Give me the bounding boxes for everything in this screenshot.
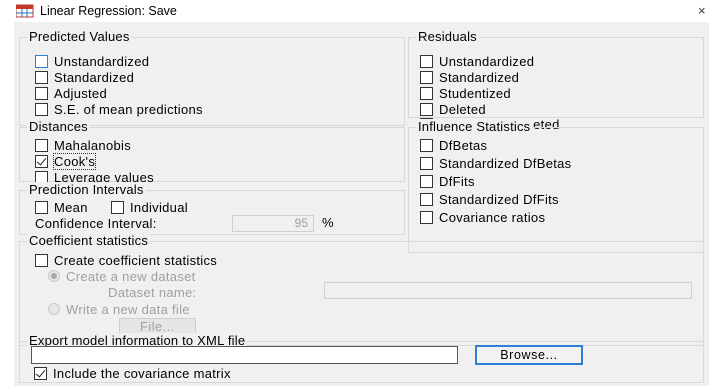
prediction-intervals-group: Prediction Intervals Mean Individual Con…	[19, 182, 405, 235]
infl-dfbetas-label: DfBetas	[439, 137, 488, 153]
include-covariance-label: Include the covariance matrix	[53, 365, 231, 381]
pred-standardized-label: Standardized	[54, 69, 135, 85]
checkbox[interactable]	[420, 54, 433, 68]
pred-adjusted-option[interactable]: Adjusted	[35, 85, 107, 101]
pred-unstandardized-option[interactable]: Unstandardized	[35, 53, 149, 69]
pred-standardized-option[interactable]: Standardized	[35, 69, 134, 85]
dataset-name-label: Dataset name:	[108, 284, 197, 300]
infl-std-dfbetas-label: Standardized DfBetas	[439, 155, 572, 171]
checkbox[interactable]	[35, 200, 48, 214]
checkbox[interactable]	[35, 70, 48, 84]
res-unstandardized-option[interactable]: Unstandardized	[420, 53, 534, 69]
dist-cooks-label: Cook's	[52, 152, 97, 170]
checkbox[interactable]	[35, 138, 48, 152]
ci-value: 95	[294, 216, 308, 230]
dataset-name-input[interactable]	[324, 282, 692, 299]
browse-button[interactable]: Browse...	[475, 345, 583, 365]
checkbox[interactable]	[420, 102, 433, 116]
window-title: Linear Regression: Save	[40, 4, 177, 18]
browse-button-label: Browse...	[500, 348, 558, 362]
infl-std-dffits-option[interactable]: Standardized DfFits	[420, 191, 559, 207]
new-dataset-label: Create a new dataset	[66, 268, 196, 284]
res-deleted-label: Deleted	[439, 101, 486, 117]
radio-selected[interactable]	[48, 270, 60, 282]
distances-group: Distances Mahalanobis Cook's Leverage va…	[19, 119, 405, 185]
res-unstandardized-label: Unstandardized	[439, 53, 535, 69]
predicted-values-group: Predicted Values Unstandardized Standard…	[19, 29, 405, 126]
checkbox-checked[interactable]	[35, 154, 48, 168]
pred-se-mean-label: S.E. of mean predictions	[54, 101, 203, 117]
infl-covariance-label: Covariance ratios	[439, 209, 546, 225]
file-button-label: File...	[140, 320, 175, 334]
checkbox[interactable]	[35, 253, 48, 267]
checkbox-checked[interactable]	[34, 366, 47, 380]
checkbox[interactable]	[420, 210, 433, 224]
pi-mean-option[interactable]: Mean	[35, 199, 88, 215]
include-covariance-option[interactable]: Include the covariance matrix	[34, 365, 231, 381]
confidence-interval-input[interactable]: 95	[232, 215, 314, 232]
checkbox[interactable]	[420, 174, 433, 188]
res-standardized-option[interactable]: Standardized	[420, 69, 519, 85]
checkbox[interactable]	[420, 156, 433, 170]
checkbox[interactable]	[420, 138, 433, 152]
checkbox[interactable]	[35, 86, 48, 100]
new-dataset-radio-option[interactable]: Create a new dataset	[48, 268, 196, 284]
pi-ci-row: Confidence Interval:	[35, 215, 157, 231]
residuals-legend: Residuals	[416, 29, 479, 44]
ci-percent-unit: %	[322, 215, 334, 230]
infl-covariance-option[interactable]: Covariance ratios	[420, 209, 545, 225]
predicted-values-legend: Predicted Values	[27, 29, 132, 44]
dist-mahalanobis-label: Mahalanobis	[54, 137, 132, 153]
dataset-name-row: Dataset name:	[108, 284, 196, 300]
coefficient-statistics-group: Coefficient statistics Create coefficien…	[19, 233, 704, 346]
infl-dfbetas-option[interactable]: DfBetas	[420, 137, 487, 153]
infl-std-dffits-label: Standardized DfFits	[439, 191, 559, 207]
res-studentized-label: Studentized	[439, 85, 511, 101]
create-coef-stats-label: Create coefficient statistics	[54, 252, 218, 268]
checkbox[interactable]	[35, 54, 48, 68]
radio[interactable]	[48, 303, 60, 315]
dialog-body: Predicted Values Unstandardized Standard…	[14, 22, 709, 386]
title-bar: Linear Regression: Save ×	[0, 0, 709, 22]
distances-legend: Distances	[27, 119, 90, 134]
checkbox[interactable]	[111, 200, 124, 214]
pi-individual-option[interactable]: Individual	[111, 199, 188, 215]
checkbox[interactable]	[420, 86, 433, 100]
create-coef-stats-option[interactable]: Create coefficient statistics	[35, 252, 217, 268]
res-studentized-option[interactable]: Studentized	[420, 85, 511, 101]
res-deleted-option[interactable]: Deleted	[420, 101, 486, 117]
pi-ci-label: Confidence Interval:	[35, 215, 157, 231]
infl-std-dfbetas-option[interactable]: Standardized DfBetas	[420, 155, 571, 171]
checkbox[interactable]	[420, 70, 433, 84]
dist-mahalanobis-option[interactable]: Mahalanobis	[35, 137, 131, 153]
spss-table-icon	[16, 4, 34, 18]
influence-legend: Influence Statistics	[416, 119, 533, 134]
infl-dffits-option[interactable]: DfFits	[420, 173, 475, 189]
pi-individual-label: Individual	[130, 199, 188, 215]
res-standardized-label: Standardized	[439, 69, 520, 85]
write-data-file-radio-option[interactable]: Write a new data file	[48, 301, 190, 317]
xml-file-path-input[interactable]	[31, 346, 458, 364]
pred-se-mean-option[interactable]: S.E. of mean predictions	[35, 101, 203, 117]
dist-cooks-option[interactable]: Cook's	[35, 152, 97, 170]
checkbox[interactable]	[35, 102, 48, 116]
infl-dffits-label: DfFits	[439, 173, 475, 189]
residuals-group: Residuals Unstandardized Standardized St…	[408, 29, 704, 132]
influence-statistics-group: Influence Statistics DfBetas Standardize…	[408, 119, 704, 253]
close-icon[interactable]: ×	[698, 3, 706, 18]
prediction-intervals-legend: Prediction Intervals	[27, 182, 146, 197]
write-data-file-label: Write a new data file	[66, 301, 190, 317]
pred-unstandardized-label: Unstandardized	[54, 53, 150, 69]
checkbox[interactable]	[420, 192, 433, 206]
pi-mean-label: Mean	[54, 199, 88, 215]
coefficient-statistics-legend: Coefficient statistics	[27, 233, 151, 248]
pred-adjusted-label: Adjusted	[54, 85, 107, 101]
